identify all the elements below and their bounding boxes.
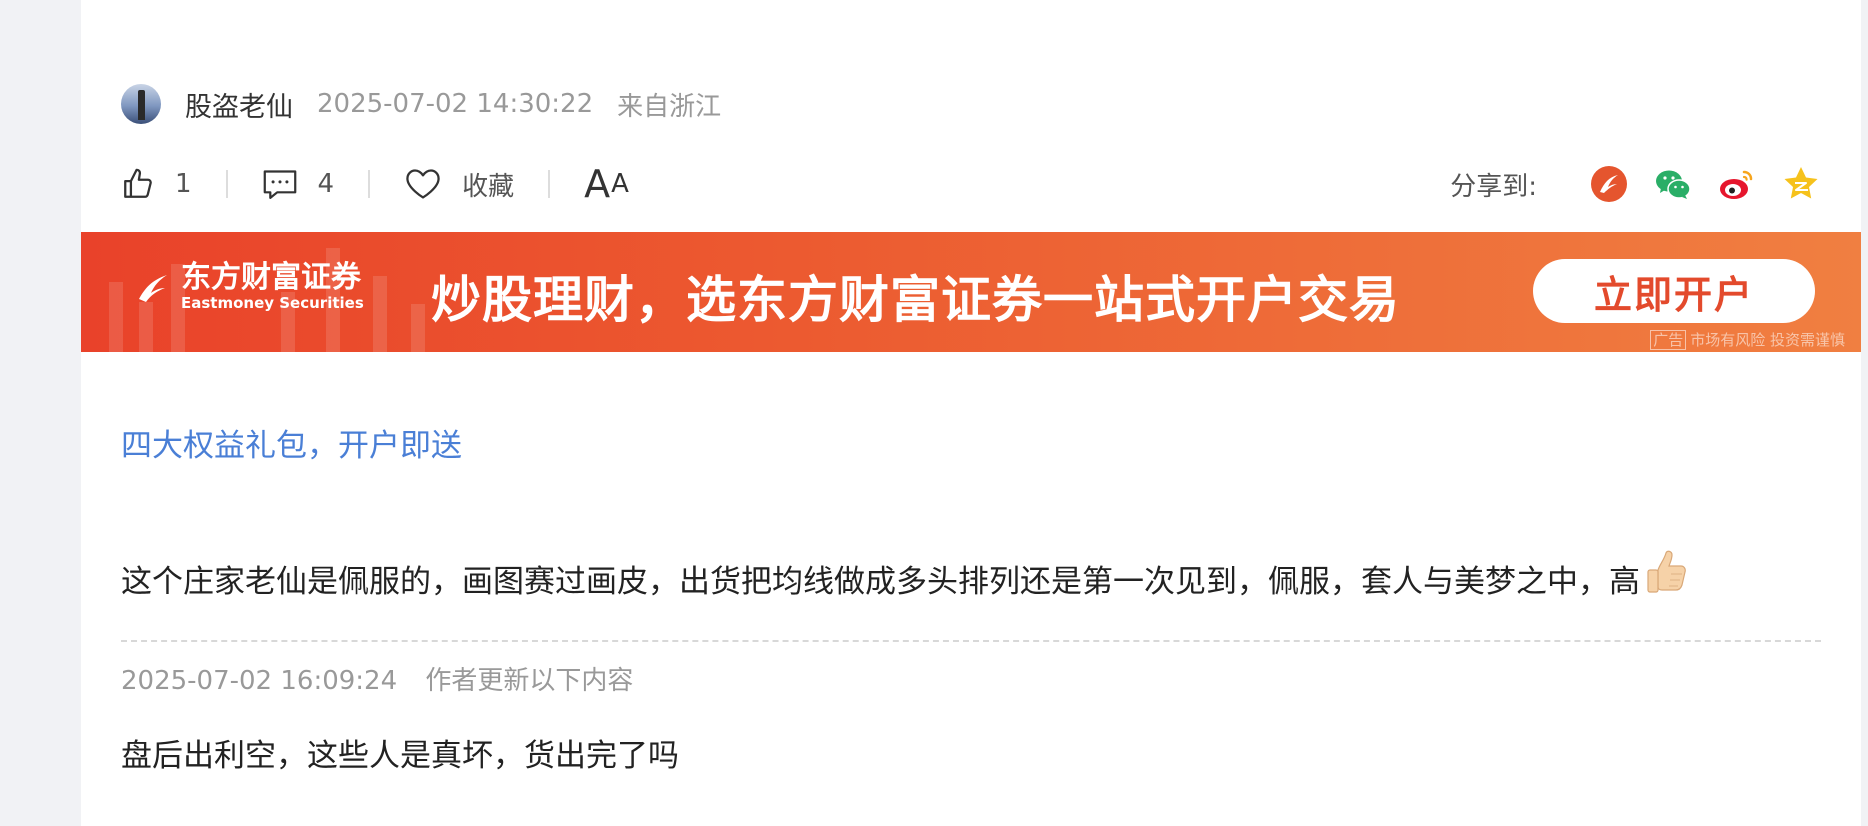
like-button[interactable]: 1	[121, 167, 192, 201]
eastmoney-logo-icon	[139, 275, 167, 302]
heart-icon	[406, 169, 440, 199]
share-bar: 分享到:	[1450, 164, 1821, 204]
author-row: 股盗老仙 2025-07-02 14:30:22 来自浙江	[121, 84, 721, 124]
font-size-large: A	[584, 162, 612, 206]
eastmoney-icon[interactable]	[1589, 164, 1629, 204]
page-gutter	[1861, 0, 1868, 826]
action-bar: 1 4 收藏 AA 分享到:	[121, 161, 1821, 207]
brand-name-en: Eastmoney Securities	[181, 294, 364, 312]
divider	[368, 170, 371, 198]
collect-label: 收藏	[462, 171, 515, 202]
comment-icon	[263, 170, 296, 199]
post-location: 来自浙江	[617, 91, 722, 122]
post-content: 这个庄家老仙是佩服的，画图赛过画皮，出货把均线做成多头排列还是第一次见到，佩服，…	[121, 550, 1688, 601]
divider	[121, 640, 1821, 642]
wechat-icon[interactable]	[1653, 164, 1693, 204]
author-name[interactable]: 股盗老仙	[185, 85, 293, 124]
font-size-small: A	[611, 169, 630, 199]
promo-link[interactable]: 四大权益礼包，开户即送	[121, 420, 462, 465]
risk-warning: 市场有风险 投资需谨慎	[1690, 331, 1845, 349]
weibo-icon[interactable]	[1717, 164, 1757, 204]
brand-name-cn: 东方财富证券	[181, 260, 361, 295]
banner-slogan: 炒股理财，选东方财富证券一站式开户交易	[431, 271, 1400, 329]
divider	[548, 170, 551, 198]
update-label: 作者更新以下内容	[425, 666, 634, 696]
ad-disclaimer: 广告 市场有风险 投资需谨慎	[1650, 329, 1845, 350]
font-size-button[interactable]: AA	[584, 162, 630, 206]
brand-logo: 东方财富证券 Eastmoney Securities	[133, 262, 364, 312]
share-label: 分享到:	[1450, 171, 1537, 202]
comment-button[interactable]: 4	[262, 167, 335, 201]
post-card: 股盗老仙 2025-07-02 14:30:22 来自浙江 1 4 收藏 A A…	[81, 0, 1861, 826]
post-time: 2025-07-02 14:30:22	[317, 89, 594, 119]
ad-banner[interactable]: 东方财富证券 Eastmoney Securities 炒股理财，选东方财富证券…	[81, 232, 1861, 352]
update-header: 2025-07-02 16:09:24 作者更新以下内容	[121, 660, 633, 697]
qzone-icon[interactable]	[1781, 164, 1821, 204]
like-count: 1	[175, 169, 192, 199]
update-content: 盘后出利空，这些人是真坏，货出完了吗	[121, 738, 679, 774]
open-account-button[interactable]: 立即开户	[1533, 259, 1815, 323]
divider	[225, 170, 228, 198]
post-text: 这个庄家老仙是佩服的，画图赛过画皮，出货把均线做成多头排列还是第一次见到，佩服，…	[121, 564, 1640, 600]
update-time: 2025-07-02 16:09:24	[121, 666, 398, 696]
collect-button[interactable]: 收藏	[404, 166, 514, 203]
thumbs-up-icon	[1647, 550, 1686, 593]
ad-tag: 广告	[1650, 330, 1687, 350]
avatar[interactable]	[121, 84, 161, 124]
comment-count: 4	[317, 169, 335, 199]
thumbs-up-icon	[124, 168, 152, 198]
